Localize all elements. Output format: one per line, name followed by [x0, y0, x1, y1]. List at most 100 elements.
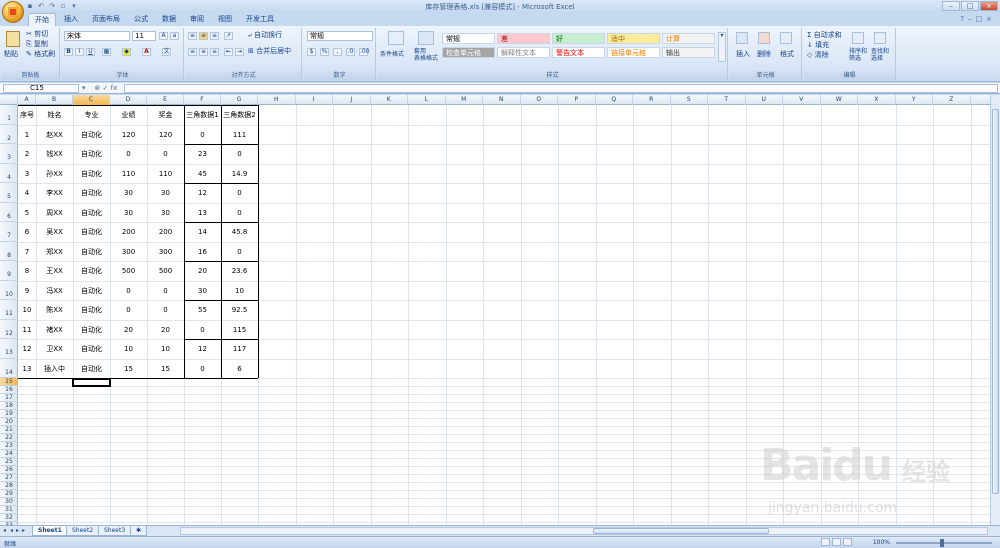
- ribbon-restore-icon[interactable]: □: [976, 15, 983, 23]
- first-sheet-icon[interactable]: ◂: [3, 527, 9, 535]
- table-cell[interactable]: 30: [147, 203, 184, 223]
- table-header-cell[interactable]: 三角数据2: [221, 105, 258, 125]
- table-cell[interactable]: 12: [18, 339, 36, 359]
- table-cell[interactable]: 郑XX: [36, 242, 73, 262]
- merge-center-button[interactable]: ⊞ 合并后居中: [248, 47, 291, 56]
- column-header-W[interactable]: W: [821, 95, 858, 105]
- table-cell[interactable]: 自动化: [73, 183, 110, 203]
- active-cell-selection[interactable]: [72, 378, 111, 387]
- cell-style-5[interactable]: 检查单元格: [442, 47, 495, 58]
- table-cell[interactable]: 500: [147, 261, 184, 281]
- find-select-icon[interactable]: [874, 32, 886, 44]
- row-header-1[interactable]: 1: [0, 105, 18, 125]
- table-cell[interactable]: 120: [110, 125, 147, 145]
- paste-icon[interactable]: [6, 31, 20, 47]
- column-header-Q[interactable]: Q: [596, 95, 633, 105]
- cell-style-0[interactable]: 常规: [442, 33, 495, 44]
- table-cell[interactable]: 自动化: [73, 359, 110, 379]
- table-cell[interactable]: 钱XX: [36, 144, 73, 164]
- table-cell[interactable]: 10: [221, 281, 258, 301]
- table-header-cell[interactable]: 专业: [73, 105, 110, 125]
- table-cell[interactable]: 30: [110, 183, 147, 203]
- align-left-icon[interactable]: ≡: [188, 48, 197, 56]
- column-header-N[interactable]: N: [483, 95, 521, 105]
- table-cell[interactable]: 55: [184, 300, 221, 320]
- row-header-8[interactable]: 8: [0, 242, 18, 261]
- fill-color-icon[interactable]: ◆: [122, 48, 131, 56]
- sheet-tab-3[interactable]: Sheet3: [98, 526, 132, 536]
- office-button[interactable]: [2, 1, 24, 23]
- align-bottom-icon[interactable]: ≡: [210, 32, 219, 40]
- row-header-31[interactable]: 31: [0, 506, 18, 514]
- row-header-15[interactable]: 15: [0, 378, 18, 386]
- table-cell[interactable]: 自动化: [73, 339, 110, 359]
- column-header-G[interactable]: G: [221, 95, 258, 105]
- align-middle-icon[interactable]: ≡: [199, 32, 208, 40]
- table-cell[interactable]: 117: [221, 339, 258, 359]
- row-header-14[interactable]: 14: [0, 359, 18, 378]
- column-header-J[interactable]: J: [333, 95, 371, 105]
- zoom-slider[interactable]: [896, 539, 992, 547]
- table-cell[interactable]: 0: [184, 359, 221, 379]
- cell-style-9[interactable]: 输出: [662, 47, 715, 58]
- delete-button[interactable]: 删除: [757, 50, 771, 59]
- row-header-20[interactable]: 20: [0, 418, 18, 426]
- table-format-icon[interactable]: [418, 31, 434, 45]
- row-header-9[interactable]: 9: [0, 261, 18, 281]
- ribbon-minimize-icon[interactable]: –: [968, 15, 972, 23]
- last-sheet-icon[interactable]: ▸: [22, 527, 28, 535]
- increase-indent-icon[interactable]: ⇥: [235, 48, 244, 56]
- table-cell[interactable]: 12: [184, 339, 221, 359]
- row-header-27[interactable]: 27: [0, 474, 18, 482]
- row-header-24[interactable]: 24: [0, 450, 18, 458]
- table-cell[interactable]: 0: [184, 125, 221, 145]
- row-header-22[interactable]: 22: [0, 434, 18, 442]
- format-cells-icon[interactable]: [780, 32, 792, 44]
- ribbon-close-icon[interactable]: ×: [986, 15, 992, 23]
- page-break-view-icon[interactable]: [843, 538, 852, 546]
- sort-filter-icon[interactable]: [852, 32, 864, 44]
- number-format-select[interactable]: 常规: [307, 31, 373, 41]
- minimize-icon[interactable]: –: [942, 1, 960, 11]
- conditional-format-icon[interactable]: [388, 31, 404, 45]
- column-header-P[interactable]: P: [558, 95, 596, 105]
- format-painter-button[interactable]: ✎ 格式刷: [26, 50, 55, 59]
- row-header-26[interactable]: 26: [0, 466, 18, 474]
- cell-style-7[interactable]: 警告文本: [552, 47, 605, 58]
- table-cell[interactable]: 11: [18, 320, 36, 340]
- tab-2[interactable]: 页面布局: [86, 13, 126, 26]
- row-header-23[interactable]: 23: [0, 442, 18, 450]
- table-cell[interactable]: 0: [221, 203, 258, 223]
- cell-style-3[interactable]: 适中: [607, 33, 660, 44]
- table-cell[interactable]: 自动化: [73, 242, 110, 262]
- row-header-29[interactable]: 29: [0, 490, 18, 498]
- font-size-select[interactable]: 11: [132, 31, 156, 41]
- table-cell[interactable]: 自动化: [73, 281, 110, 301]
- table-cell[interactable]: 自动化: [73, 164, 110, 184]
- formula-input[interactable]: [124, 84, 998, 93]
- table-cell[interactable]: 15: [110, 359, 147, 379]
- table-cell[interactable]: 300: [147, 242, 184, 262]
- table-cell[interactable]: 陈XX: [36, 300, 73, 320]
- grow-font-icon[interactable]: A: [159, 32, 168, 40]
- cell-style-4[interactable]: 计算: [662, 33, 715, 44]
- table-cell[interactable]: 10: [18, 300, 36, 320]
- maximize-icon[interactable]: □: [961, 1, 979, 11]
- table-cell[interactable]: 1: [18, 125, 36, 145]
- column-header-U[interactable]: U: [746, 95, 783, 105]
- row-header-21[interactable]: 21: [0, 426, 18, 434]
- row-header-12[interactable]: 12: [0, 320, 18, 339]
- underline-icon[interactable]: U: [86, 48, 95, 56]
- page-layout-view-icon[interactable]: [832, 538, 841, 546]
- table-header-cell[interactable]: 姓名: [36, 105, 73, 125]
- decrease-decimal-icon[interactable]: .00: [359, 48, 370, 56]
- row-header-17[interactable]: 17: [0, 394, 18, 402]
- table-cell[interactable]: 6: [18, 222, 36, 242]
- row-header-19[interactable]: 19: [0, 410, 18, 418]
- table-cell[interactable]: 9: [18, 281, 36, 301]
- name-box[interactable]: C15: [3, 84, 79, 93]
- column-header-I[interactable]: I: [296, 95, 333, 105]
- cut-button[interactable]: ✂ 剪切: [26, 30, 48, 39]
- cell-style-1[interactable]: 差: [497, 33, 550, 44]
- table-cell[interactable]: 自动化: [73, 300, 110, 320]
